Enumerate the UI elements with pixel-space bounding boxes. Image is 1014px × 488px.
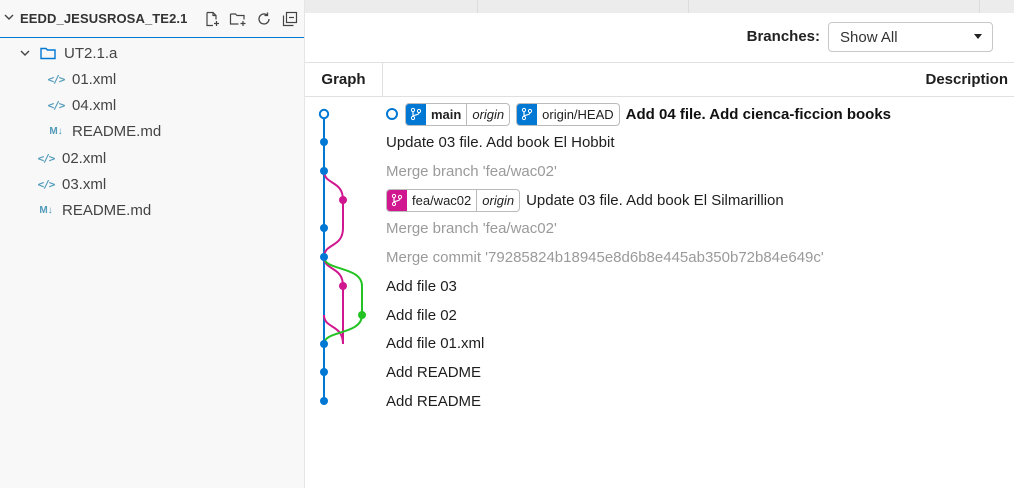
commit-row[interactable]: Update 03 file. Add book El Hobbit: [386, 129, 615, 155]
chevron-down-icon[interactable]: [4, 12, 20, 25]
commit-row[interactable]: Merge branch 'fea/wac02': [386, 158, 557, 184]
folder-icon: [38, 46, 58, 60]
tree-file-03-xml[interactable]: </> 03.xml: [0, 171, 339, 197]
caret-down-icon: [974, 34, 982, 39]
xml-file-icon: </>: [37, 177, 56, 191]
commit-node: [358, 311, 366, 319]
table-header: Graph Description: [305, 62, 1014, 97]
tree-item-label: 02.xml: [62, 149, 107, 167]
head-commit-node: [318, 108, 330, 120]
commit-row[interactable]: Add file 01.xml: [386, 330, 484, 356]
branch-ref-origin-head[interactable]: origin/HEAD: [516, 102, 620, 126]
commit-row[interactable]: main origin origin/HEAD Add 04 file. Add…: [386, 101, 891, 127]
markdown-file-icon: M↓: [39, 204, 53, 216]
tree-file-02-xml[interactable]: </> 02.xml: [0, 145, 339, 171]
ref-origin: origin: [466, 103, 509, 125]
refresh-icon[interactable]: [255, 10, 273, 28]
ref-origin: origin: [476, 189, 519, 211]
chevron-down-icon[interactable]: [18, 47, 32, 59]
git-branch-icon: [406, 103, 426, 125]
commit-row[interactable]: Add README: [386, 388, 481, 414]
branches-label: Branches:: [746, 28, 820, 45]
git-graph-view: Branches: Show All Graph Description mai…: [305, 0, 1014, 488]
tree-item-label: README.md: [72, 122, 162, 140]
tab-strip-segment: [305, 0, 478, 13]
commit-node: [320, 138, 328, 146]
commit-message: Add file 02: [386, 306, 457, 324]
explorer-header[interactable]: EEDD_JESUSROSA_TE2.1: [0, 0, 304, 38]
tree-item-label: 04.xml: [72, 96, 117, 114]
tree-file-04-xml[interactable]: </> 04.xml: [0, 92, 349, 118]
commit-row[interactable]: Merge branch 'fea/wac02': [386, 215, 557, 241]
explorer-actions: [203, 10, 299, 28]
commit-message: Update 03 file. Add book El Silmarillion: [526, 191, 784, 209]
tree-item-label: 01.xml: [72, 70, 117, 88]
tree-item-label: UT2.1.a: [64, 44, 118, 62]
commit-node: [320, 397, 328, 405]
column-header-description: Description: [925, 71, 1008, 88]
collapse-all-icon[interactable]: [281, 10, 299, 28]
commit-node: [320, 340, 328, 348]
new-file-icon[interactable]: [203, 10, 221, 28]
commit-message: Merge commit '79285824b18945e8d6b8e445ab…: [386, 248, 824, 266]
git-branch-icon: [517, 103, 538, 125]
branch-select[interactable]: Show All: [828, 22, 993, 52]
commit-node: [320, 167, 328, 175]
workspace-title: EEDD_JESUSROSA_TE2.1: [20, 11, 188, 26]
tree-file-01-xml[interactable]: </> 01.xml: [0, 66, 349, 92]
commit-message: Merge branch 'fea/wac02': [386, 162, 557, 180]
commit-message: Add file 01.xml: [386, 334, 485, 352]
markdown-file-icon: M↓: [49, 125, 63, 137]
commit-row[interactable]: Add file 02: [386, 302, 457, 328]
tree-item-label: README.md: [62, 201, 152, 219]
commit-message: Merge branch 'fea/wac02': [386, 219, 557, 237]
commit-message: Add file 03: [386, 277, 457, 295]
commit-node: [320, 368, 328, 376]
fea-branch-line: [323, 170, 344, 258]
commit-message: Add README: [386, 363, 482, 381]
top-tab-strip: [305, 0, 1014, 13]
commit-row[interactable]: fea/wac02 origin Update 03 file. Add boo…: [386, 187, 784, 213]
branch-select-value: Show All: [840, 28, 898, 46]
explorer-panel: EEDD_JESUSROSA_TE2.1 UT2.1.a </> 01.xml: [0, 0, 305, 488]
commit-graph: [318, 108, 366, 405]
xml-file-icon: </>: [37, 151, 56, 165]
commit-message: Add README: [386, 392, 482, 410]
ref-name: fea/wac02: [412, 192, 472, 208]
tree-item-label: 03.xml: [62, 175, 107, 193]
tab-strip-segment: [478, 0, 689, 13]
fea-branch-line: [323, 256, 344, 345]
commit-node: [339, 196, 347, 204]
commit-message: Add 04 file. Add cienca-ficcion books: [625, 105, 891, 123]
commit-row[interactable]: Add file 03: [386, 273, 457, 299]
branch-ref-fea-wac02[interactable]: fea/wac02 origin: [386, 188, 521, 212]
new-folder-icon[interactable]: [229, 10, 247, 28]
commit-message: Update 03 file. Add book El Hobbit: [386, 133, 615, 151]
tab-strip-segment: [689, 0, 980, 13]
branch-ref-main[interactable]: main origin: [405, 102, 511, 126]
xml-file-icon: </>: [47, 72, 66, 86]
ref-name: main: [431, 106, 462, 122]
ref-name: origin/HEAD: [542, 106, 614, 122]
commit-row[interactable]: Merge commit '79285824b18945e8d6b8e445ab…: [386, 244, 824, 270]
xml-file-icon: </>: [47, 98, 66, 112]
commit-row[interactable]: Add README: [386, 359, 481, 385]
tree-file-readme-md[interactable]: M↓ README.md: [0, 118, 349, 144]
tree-folder-ut2-1-a[interactable]: UT2.1.a: [0, 40, 321, 66]
column-header-graph: Graph: [305, 63, 383, 96]
commit-node: [320, 224, 328, 232]
head-marker-icon: [386, 108, 398, 120]
commit-node: [320, 253, 328, 261]
tree-file-readme-md-root[interactable]: M↓ README.md: [0, 197, 339, 223]
commit-node: [339, 282, 347, 290]
git-branch-icon: [387, 189, 407, 211]
